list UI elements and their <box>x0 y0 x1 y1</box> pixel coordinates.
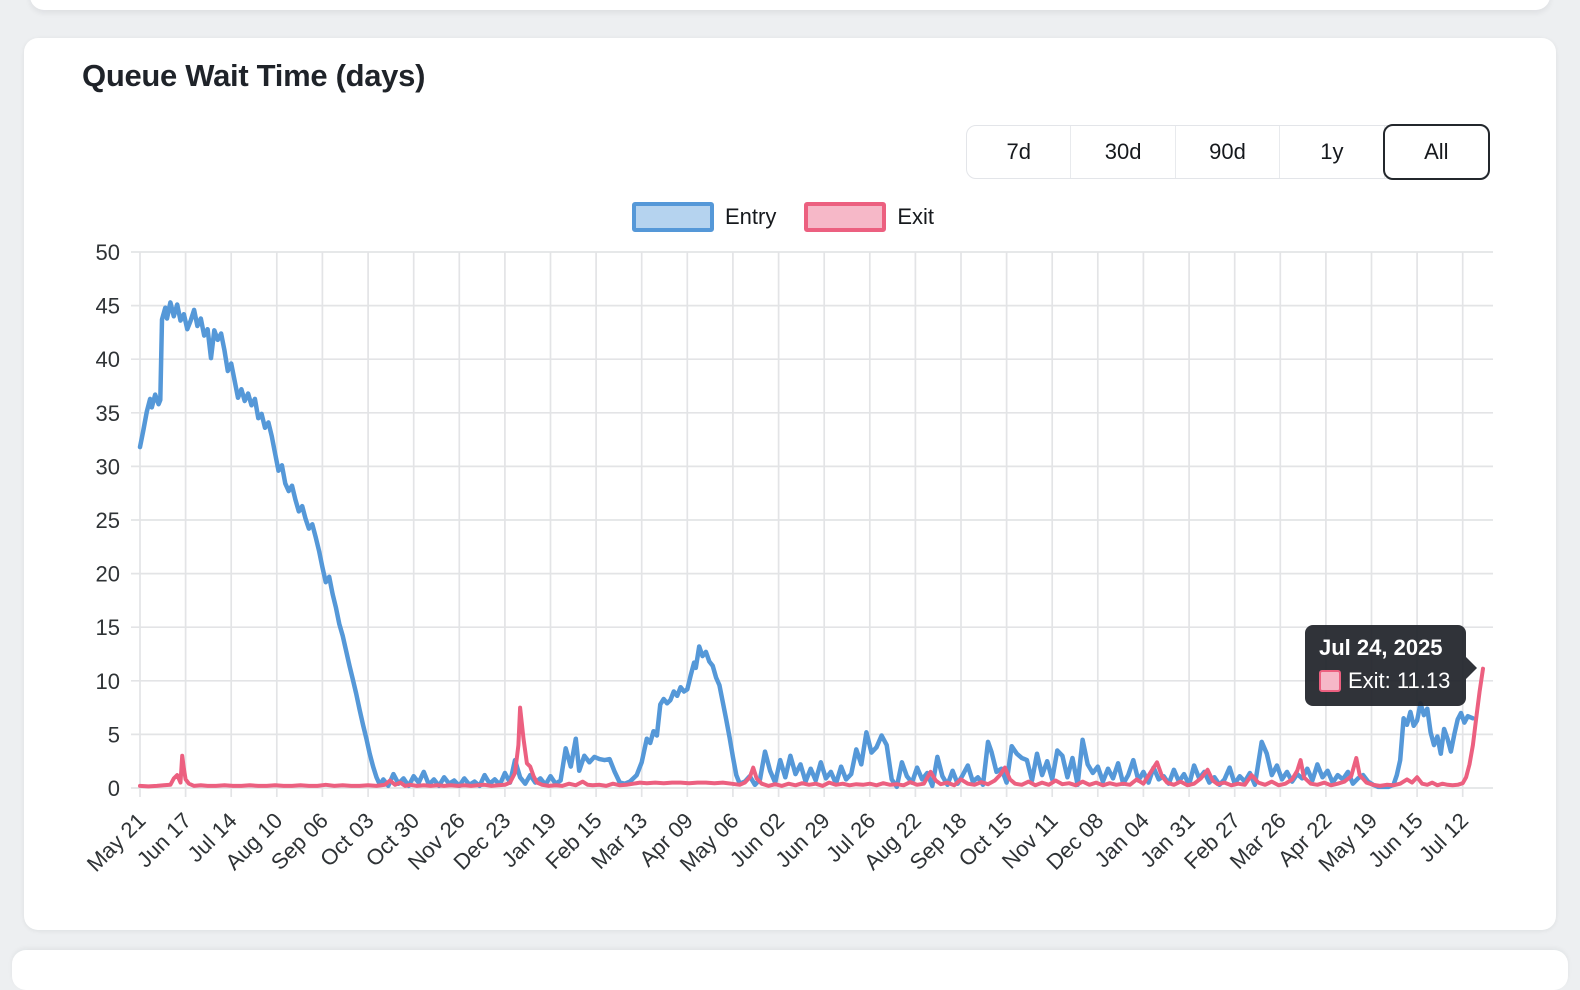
svg-text:5: 5 <box>108 722 120 747</box>
range-button-30d[interactable]: 30d <box>1070 126 1174 178</box>
tooltip-date: Jul 24, 2025 <box>1319 635 1450 661</box>
svg-text:45: 45 <box>96 294 120 319</box>
page-background: Queue Wait Time (days) 7d 30d 90d 1y All… <box>0 0 1580 964</box>
range-button-1y[interactable]: 1y <box>1279 126 1383 178</box>
svg-text:35: 35 <box>96 401 120 426</box>
top-card-edge <box>30 0 1550 10</box>
active-range-indicator <box>1383 124 1490 180</box>
chart-tooltip: Jul 24, 2025 Exit: 11.13 <box>1305 625 1466 706</box>
svg-text:30: 30 <box>96 454 120 479</box>
range-button-90d[interactable]: 90d <box>1175 126 1279 178</box>
range-button-7d[interactable]: 7d <box>967 126 1070 178</box>
tooltip-exit-swatch <box>1319 670 1341 692</box>
queue-wait-time-chart[interactable]: 05101520253035404550May 21Jun 17Jul 14Au… <box>24 185 1556 925</box>
svg-text:0: 0 <box>108 776 120 801</box>
tooltip-value: Exit: 11.13 <box>1348 668 1450 694</box>
svg-text:25: 25 <box>96 508 120 533</box>
svg-text:50: 50 <box>96 240 120 265</box>
time-range-selector: 7d 30d 90d 1y All <box>966 125 1489 179</box>
chart-title: Queue Wait Time (days) <box>82 58 425 94</box>
bottom-card-edge <box>12 950 1568 990</box>
tooltip-caret <box>1466 657 1477 679</box>
svg-text:May 21: May 21 <box>82 808 151 877</box>
svg-text:20: 20 <box>96 562 120 587</box>
svg-text:40: 40 <box>96 347 120 372</box>
svg-text:10: 10 <box>96 669 120 694</box>
svg-text:15: 15 <box>96 615 120 640</box>
svg-text:Jul 12: Jul 12 <box>1414 808 1473 867</box>
range-button-all[interactable]: All <box>1384 126 1488 178</box>
